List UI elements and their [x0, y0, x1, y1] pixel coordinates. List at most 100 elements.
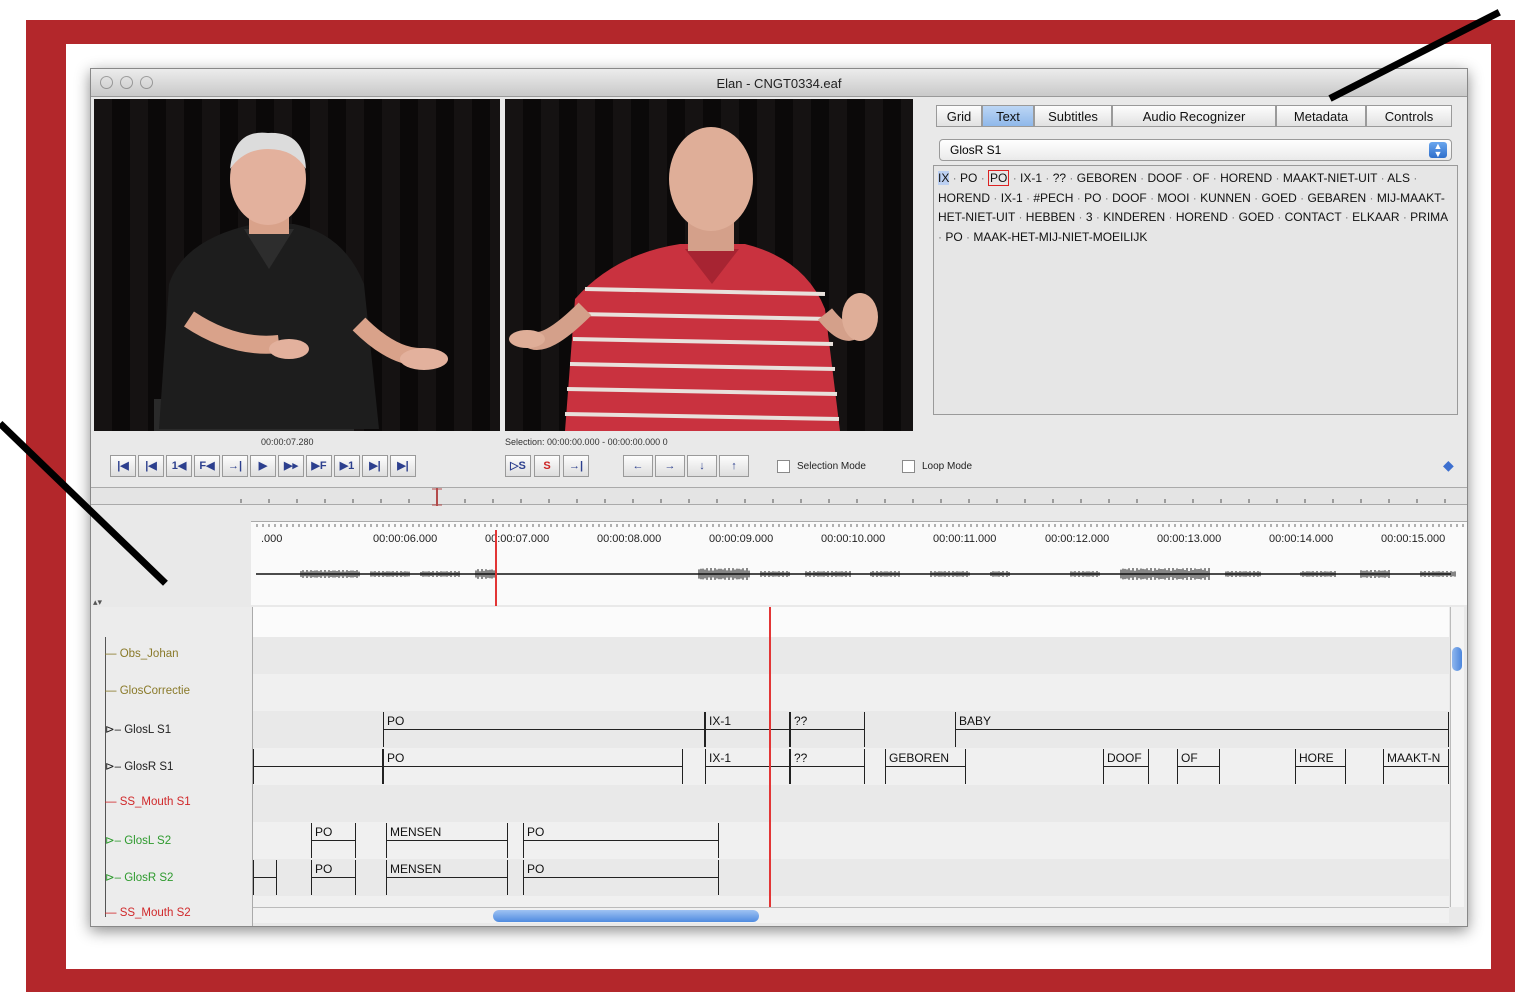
player-button[interactable]: F◀: [194, 455, 220, 477]
annotation-row[interactable]: PO MENSEN PO: [253, 859, 1449, 896]
text-token[interactable]: GOED: [1239, 210, 1274, 224]
annotation-box[interactable]: PO: [383, 749, 683, 784]
tier-name-label[interactable]: ⊳– GlosL S2: [105, 833, 171, 847]
tab-subtitles[interactable]: Subtitles: [1034, 105, 1112, 127]
tier-select[interactable]: GlosR S1 ▲ ▼: [939, 139, 1452, 161]
text-token[interactable]: PRIMA: [1410, 210, 1447, 224]
text-token[interactable]: PO: [1084, 191, 1101, 205]
player-button[interactable]: ▶▸: [278, 455, 304, 477]
text-token[interactable]: HEBBEN: [1026, 210, 1075, 224]
text-token[interactable]: IX-1: [1001, 191, 1023, 205]
annotation-box[interactable]: BABY: [955, 712, 1449, 747]
annotation-box[interactable]: [253, 749, 383, 784]
tab-metadata[interactable]: Metadata: [1276, 105, 1366, 127]
vertical-scroll-thumb[interactable]: [1452, 647, 1462, 671]
text-token[interactable]: HOREND: [938, 191, 990, 205]
annotation-row[interactable]: [253, 785, 1449, 822]
annotation-row[interactable]: [253, 674, 1449, 711]
tier-name-label[interactable]: ⊳– GlosL S1: [105, 722, 171, 736]
text-token[interactable]: PO: [945, 230, 962, 244]
annotation-box[interactable]: GEBOREN: [885, 749, 966, 784]
annotation-box[interactable]: MENSEN: [386, 860, 508, 895]
text-token[interactable]: HOREND: [1220, 171, 1272, 185]
playhead[interactable]: [769, 607, 771, 907]
annotation-box[interactable]: [253, 860, 277, 895]
player-button[interactable]: ▶: [250, 455, 276, 477]
vertical-scrollbar[interactable]: [1450, 607, 1464, 907]
title-bar[interactable]: Elan - CNGT0334.eaf: [91, 69, 1467, 97]
player-button[interactable]: |◀: [138, 455, 164, 477]
text-token[interactable]: MOOI: [1157, 191, 1189, 205]
text-token[interactable]: MAAK-HET-MIJ-NIET-MOEILIJK: [973, 230, 1147, 244]
selection-button[interactable]: ▷S: [505, 455, 531, 477]
annotation-box[interactable]: PO: [311, 823, 356, 858]
tier-name-label[interactable]: — Obs_Johan: [105, 648, 179, 660]
annotation-panel[interactable]: PO IX-1?? BABY PO IX-1?? GEBOREN DOOF OF HORE MAA…: [253, 607, 1449, 907]
annotation-box[interactable]: ??: [790, 749, 865, 784]
navigation-button[interactable]: ↑: [719, 455, 749, 477]
tier-name-label[interactable]: ⊳– GlosR S2: [105, 870, 173, 884]
annotation-row[interactable]: [253, 637, 1449, 674]
loop-mode-checkbox[interactable]: [902, 460, 915, 473]
annotation-box[interactable]: MENSEN: [386, 823, 508, 858]
text-token[interactable]: CONTACT: [1285, 210, 1342, 224]
selection-mode-checkbox[interactable]: [777, 460, 790, 473]
tab-audio-recognizer[interactable]: Audio Recognizer: [1112, 105, 1276, 127]
text-token[interactable]: 3: [1086, 210, 1093, 224]
text-token[interactable]: GOED: [1261, 191, 1296, 205]
tier-name-label[interactable]: — SS_Mouth S2: [105, 907, 191, 919]
panel-resize-icon[interactable]: ◆: [1443, 457, 1454, 474]
annotation-box[interactable]: OF: [1177, 749, 1220, 784]
annotation-box[interactable]: PO: [383, 712, 705, 747]
text-token[interactable]: HOREND: [1176, 210, 1228, 224]
text-token[interactable]: PO: [988, 170, 1010, 186]
annotation-row[interactable]: PO IX-1?? GEBOREN DOOF OF HORE MAAKT-N: [253, 748, 1449, 785]
player-button[interactable]: 1◀: [166, 455, 192, 477]
text-token[interactable]: KUNNEN: [1200, 191, 1251, 205]
text-token[interactable]: KINDEREN: [1103, 210, 1165, 224]
text-token[interactable]: MAAKT-NIET-UIT: [1283, 171, 1377, 185]
text-token[interactable]: GEBAREN: [1307, 191, 1366, 205]
player-button[interactable]: ▶F: [306, 455, 332, 477]
video-left[interactable]: [94, 99, 500, 431]
annotation-box[interactable]: PO: [523, 823, 719, 858]
annotation-box[interactable]: PO: [523, 860, 719, 895]
navigation-button[interactable]: ←: [623, 455, 653, 477]
annotation-box[interactable]: IX-1: [705, 712, 790, 747]
player-button[interactable]: |◀: [110, 455, 136, 477]
player-button[interactable]: ▶|: [390, 455, 416, 477]
text-token[interactable]: ALS: [1387, 171, 1410, 185]
text-token[interactable]: DOOF: [1112, 191, 1147, 205]
horizontal-scrollbar[interactable]: [253, 907, 1449, 923]
text-token[interactable]: IX-1: [1020, 171, 1042, 185]
annotation-box[interactable]: PO: [311, 860, 356, 895]
text-token[interactable]: ELKAAR: [1352, 210, 1399, 224]
text-token[interactable]: ??: [1053, 171, 1066, 185]
tab-grid[interactable]: Grid: [936, 105, 982, 127]
tier-name-label[interactable]: — GlosCorrectie: [105, 685, 190, 697]
navigation-button[interactable]: →: [655, 455, 685, 477]
annotation-row[interactable]: [253, 896, 1449, 907]
text-token[interactable]: OF: [1193, 171, 1210, 185]
tab-controls[interactable]: Controls: [1366, 105, 1452, 127]
text-token[interactable]: #PECH: [1033, 191, 1073, 205]
annotation-box[interactable]: DOOF: [1103, 749, 1149, 784]
text-token[interactable]: PO: [960, 171, 977, 185]
annotation-row[interactable]: PO IX-1?? BABY: [253, 711, 1449, 748]
annotation-row[interactable]: PO MENSEN PO: [253, 822, 1449, 859]
annotation-box[interactable]: HORE: [1295, 749, 1346, 784]
tab-text[interactable]: Text: [982, 105, 1034, 127]
tier-name-label[interactable]: ⊳– GlosR S1: [105, 759, 173, 773]
navigation-button[interactable]: ↓: [687, 455, 717, 477]
selection-button[interactable]: →|: [563, 455, 589, 477]
annotation-box[interactable]: IX-1: [705, 749, 790, 784]
text-token[interactable]: GEBOREN: [1077, 171, 1137, 185]
text-token[interactable]: IX: [938, 171, 950, 185]
overview-timeline[interactable]: [91, 487, 1467, 506]
player-button[interactable]: ▶1: [334, 455, 360, 477]
selection-button[interactable]: S: [534, 455, 560, 477]
waveform-viewer[interactable]: .000 00:00:06.000 00:00:07.000 00:00:08.000…: [251, 521, 1467, 606]
annotation-box[interactable]: MAAKT-N: [1383, 749, 1449, 784]
player-button[interactable]: →|: [222, 455, 248, 477]
player-button[interactable]: ▶|: [362, 455, 388, 477]
